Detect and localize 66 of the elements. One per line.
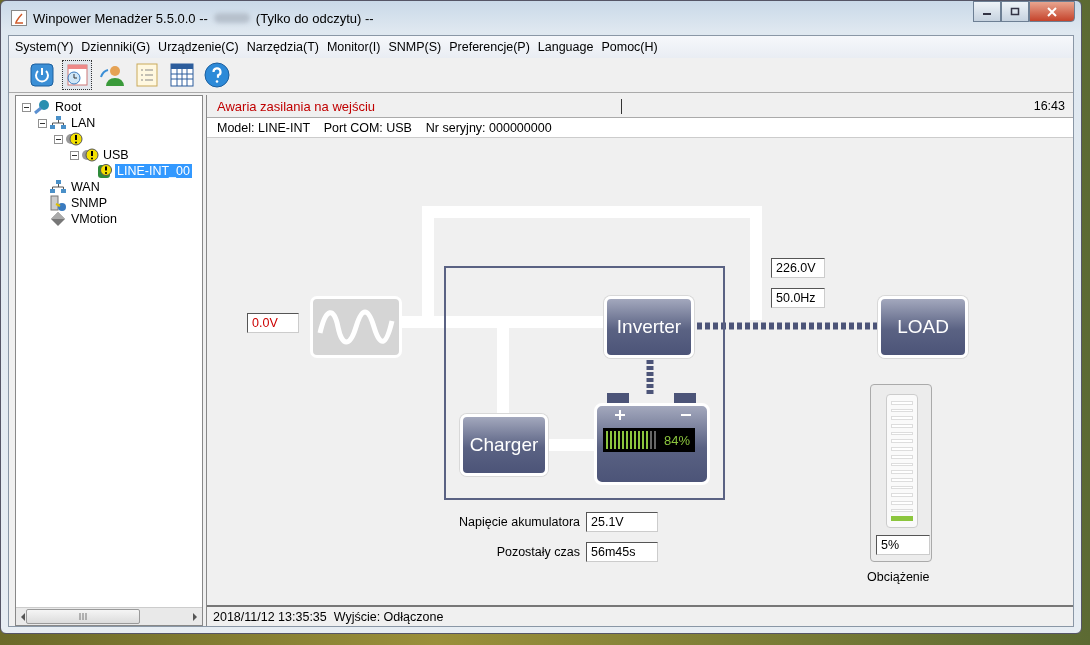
cube-icon <box>49 211 67 227</box>
network-icon <box>49 115 67 131</box>
tree-item[interactable]: VMotion <box>69 212 119 226</box>
tree-item[interactable]: WAN <box>69 180 102 194</box>
scroll-right-icon[interactable] <box>192 612 198 621</box>
charger-block: Charger <box>460 414 548 476</box>
menu-item[interactable]: Language <box>533 40 598 54</box>
help-icon <box>204 62 230 88</box>
alarm-message: Awaria zasilania na wejściu <box>207 98 622 114</box>
stat-value-field: 25.1V <box>586 512 658 532</box>
stat-label: Pozostały czas <box>496 545 580 559</box>
output-frequency-field: 50.0Hz <box>771 288 825 308</box>
network-icon <box>49 179 67 195</box>
ups-warning-icon <box>97 163 113 179</box>
menu-item[interactable]: Preferencje(P) <box>445 40 534 54</box>
input-voltage-field: 0.0V <box>247 313 299 333</box>
load-label: Obciążenie <box>867 570 930 584</box>
device-info: Model: LINE-INT Port COM: USB Nr seryjny: 000000000 <box>207 118 1073 137</box>
table-icon <box>170 63 194 87</box>
server-icon <box>49 195 67 211</box>
power-icon <box>30 63 54 87</box>
battery-percent: 84% <box>663 432 691 448</box>
output-voltage-field: 226.0V <box>771 258 825 278</box>
tree-item[interactable]: Root <box>53 100 84 114</box>
warning-icon <box>65 131 83 147</box>
window-title: (Tylko do odczytu) -- <box>255 10 374 26</box>
collapse-toggle[interactable] <box>38 118 47 128</box>
collapse-toggle[interactable] <box>54 134 63 144</box>
toolbar-button[interactable] <box>167 60 197 90</box>
menu-item[interactable]: Pomoc(H) <box>597 40 662 54</box>
inverter-block: Inverter <box>604 296 694 358</box>
menu-item[interactable]: Urządzenie(C) <box>154 40 243 54</box>
tree-item[interactable]: SNMP <box>69 196 110 210</box>
load-block: LOAD <box>878 296 968 358</box>
tree-item[interactable]: LAN <box>69 116 98 130</box>
plus-icon <box>615 410 625 420</box>
load-percent-field: 5% <box>876 535 930 555</box>
app-icon <box>11 10 27 26</box>
clock-time: 16:43 <box>1033 99 1066 113</box>
warning-icon <box>81 147 99 163</box>
minimize-button[interactable] <box>973 1 1001 22</box>
stat-value-field: 56m45s <box>586 542 658 562</box>
toolbar-button[interactable] <box>202 60 232 90</box>
status-bar: 2018/11/12 13:35:35 Wyjście: Odłączone <box>207 605 1073 626</box>
stat-label: Napięcie akumulatora <box>459 515 580 529</box>
calendar-clock-icon <box>65 63 89 87</box>
tree-item[interactable]: USB <box>101 148 131 162</box>
collapse-toggle[interactable] <box>70 150 79 160</box>
close-button[interactable] <box>1029 1 1075 22</box>
restore-icon <box>1010 7 1020 16</box>
globe-icon <box>33 99 51 115</box>
collapse-toggle[interactable] <box>22 102 31 112</box>
window-title: Winpower Menadżer 5.5.0.0 -- <box>33 10 208 26</box>
redacted-text <box>213 13 250 23</box>
close-icon <box>1046 6 1058 17</box>
menu-item[interactable]: Dzienniki(G) <box>77 40 155 54</box>
list-icon <box>136 63 158 87</box>
menu-item[interactable]: Narzędzia(T) <box>242 40 323 54</box>
toolbar-button[interactable] <box>62 60 92 90</box>
sine-wave-icon <box>316 307 396 347</box>
menu-item[interactable]: System(Y) <box>11 40 78 54</box>
menu-item[interactable]: Monitor(I) <box>322 40 385 54</box>
menu-item[interactable]: SNMP(S) <box>384 40 446 54</box>
scrollbar-thumb[interactable] <box>26 609 140 624</box>
user-icon <box>99 63 125 87</box>
restore-button[interactable] <box>1001 1 1029 22</box>
